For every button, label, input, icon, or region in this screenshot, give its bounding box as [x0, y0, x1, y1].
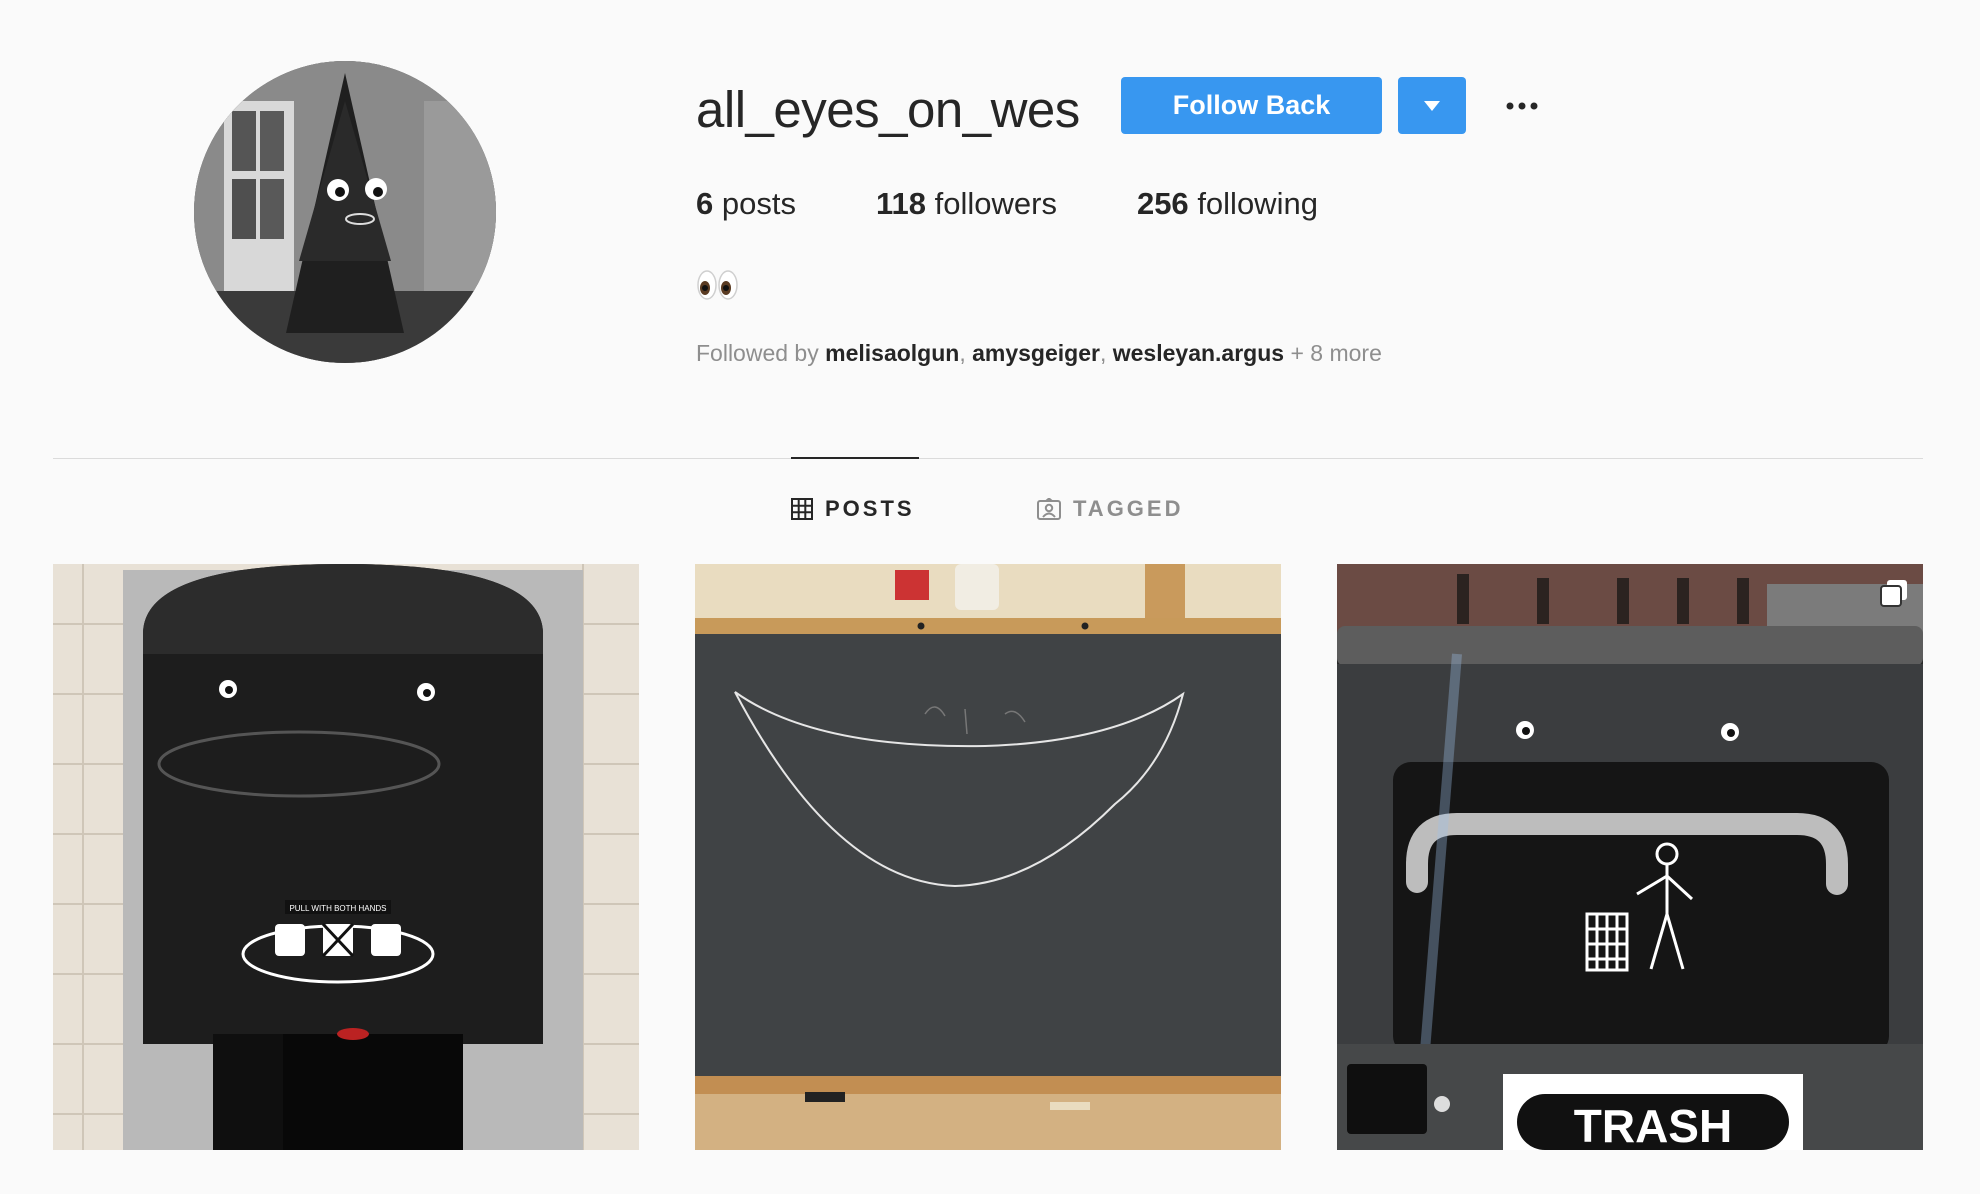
profile-avatar[interactable] — [194, 61, 496, 363]
tab-tagged[interactable]: TAGGED — [1037, 496, 1183, 522]
followers-count-label: followers — [934, 186, 1057, 221]
posts-count-label: posts — [721, 186, 796, 221]
ellipsis-icon — [1506, 102, 1538, 110]
post-thumbnail[interactable] — [695, 564, 1281, 1150]
followed-by-prefix: Followed by — [696, 340, 819, 366]
triangle-down-icon — [1424, 100, 1440, 111]
profile-username: all_eyes_on_wes — [696, 81, 1080, 138]
mutual-follower-link[interactable]: melisaolgun — [825, 340, 959, 366]
separator: , — [1099, 340, 1107, 366]
multiple-photos-icon — [1880, 580, 1907, 607]
following-count-value: 256 — [1136, 186, 1189, 221]
followers-link[interactable]: 118 followers — [876, 186, 1057, 222]
posts-count: 6 posts — [696, 186, 796, 222]
tab-tagged-label: TAGGED — [1073, 496, 1184, 521]
follow-back-button[interactable]: Follow Back — [1121, 77, 1382, 134]
followed-by: Followed by melisaolgun, amysgeiger, wes… — [696, 340, 1382, 367]
more-options-button[interactable] — [1500, 84, 1544, 128]
followed-by-more-link[interactable]: + 8 more — [1290, 340, 1381, 366]
post-thumbnail[interactable]: PULL WITH BOTH HANDS — [53, 564, 639, 1150]
profile-bio — [696, 268, 740, 302]
tab-posts-label: POSTS — [825, 496, 915, 521]
suggested-accounts-dropdown-button[interactable] — [1398, 77, 1466, 134]
profile-stats: 6 posts 118 followers 256 following — [696, 186, 1398, 222]
followers-count-value: 118 — [875, 186, 926, 221]
sticker-text: PULL WITH BOTH HANDS — [289, 904, 386, 913]
tagged-icon — [1037, 498, 1061, 520]
post-image: PULL WITH BOTH HANDS — [53, 564, 639, 1150]
post-image — [695, 564, 1281, 1150]
posts-count-value: 6 — [696, 186, 714, 221]
separator: , — [959, 340, 966, 366]
grid-icon — [791, 498, 813, 520]
following-count-label: following — [1197, 186, 1318, 221]
active-tab-indicator — [791, 457, 919, 459]
eyes-emoji-icon — [697, 270, 738, 300]
following-link[interactable]: 256 following — [1137, 186, 1318, 222]
mutual-follower-link[interactable]: amysgeiger — [972, 340, 1100, 366]
post-thumbnail[interactable]: TRASH — [1337, 564, 1923, 1150]
tabs-divider — [53, 458, 1923, 459]
tab-posts[interactable]: POSTS — [791, 496, 915, 522]
avatar-image — [194, 61, 496, 363]
mutual-follower-link[interactable]: wesleyan.argus — [1113, 340, 1284, 366]
post-image: TRASH — [1337, 564, 1923, 1150]
trash-label-text: TRASH — [1574, 1100, 1732, 1150]
